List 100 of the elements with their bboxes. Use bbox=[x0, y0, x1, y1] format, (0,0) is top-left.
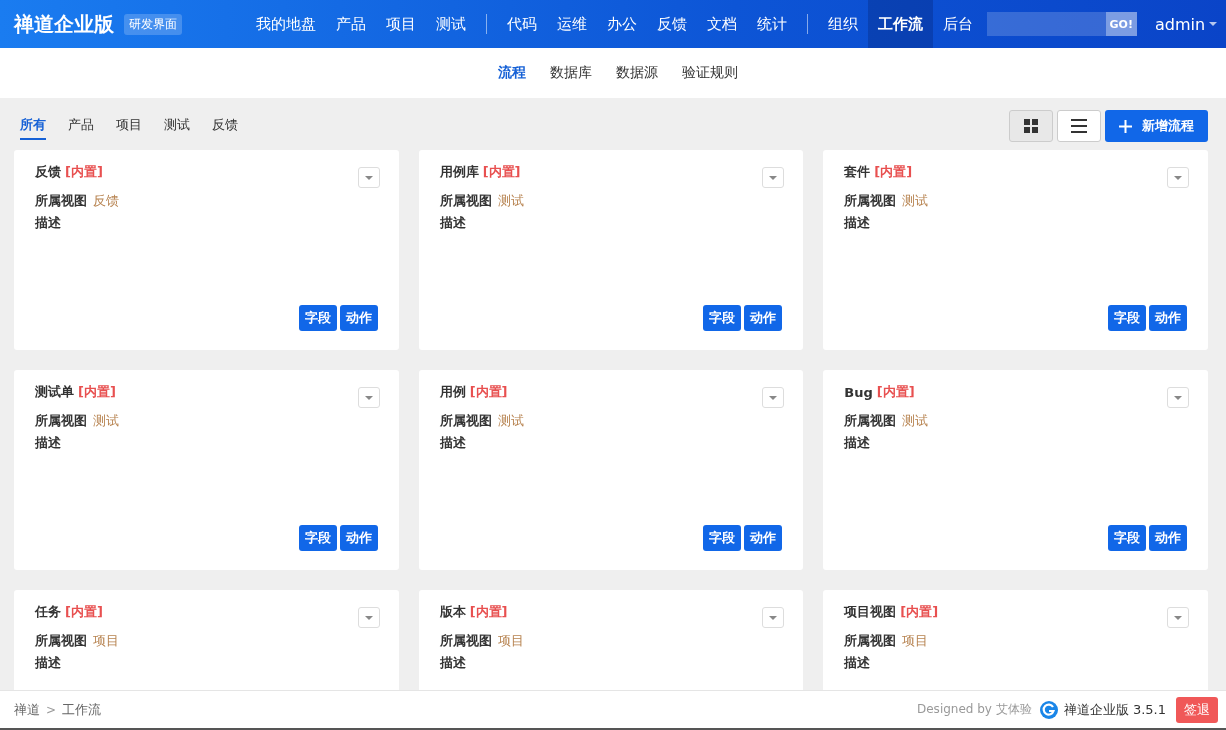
list-view-button[interactable] bbox=[1057, 110, 1101, 142]
card-action-button[interactable]: 字段 bbox=[1108, 305, 1146, 331]
filter-tab[interactable]: 所有 bbox=[20, 112, 46, 140]
view-value: 项目 bbox=[902, 632, 929, 650]
card-action-button[interactable]: 字段 bbox=[703, 525, 742, 551]
card-action-button[interactable]: 动作 bbox=[339, 305, 378, 331]
sub-nav-item[interactable]: 数据源 bbox=[616, 64, 658, 82]
nav-item[interactable]: 产品 bbox=[326, 0, 376, 48]
filter-tab[interactable]: 项目 bbox=[116, 112, 142, 140]
field-label: 描述 bbox=[439, 434, 466, 452]
field-label: 描述 bbox=[35, 214, 61, 232]
logout-button[interactable]: 签退 bbox=[1176, 696, 1218, 723]
caret-icon bbox=[769, 615, 778, 620]
user-menu[interactable]: admin bbox=[1155, 14, 1218, 34]
dropdown-button[interactable] bbox=[762, 167, 785, 188]
nav-item[interactable]: 测试 bbox=[426, 0, 476, 48]
flow-name: 项目视图 bbox=[844, 603, 897, 621]
view-value: 反馈 bbox=[93, 192, 119, 210]
add-flow-button[interactable]: 新增流程 bbox=[1105, 110, 1208, 142]
card-action-button[interactable]: 字段 bbox=[298, 305, 337, 331]
builtin-tag: [内置] bbox=[482, 163, 521, 181]
sub-nav-item[interactable]: 验证规则 bbox=[682, 64, 738, 82]
field-label: 所属视图 bbox=[844, 412, 897, 430]
nav-item[interactable]: 运维 bbox=[547, 0, 597, 48]
designer-credit: Designed by 艾体验 bbox=[917, 701, 1032, 718]
nav-item[interactable]: 代码 bbox=[497, 0, 547, 48]
caret-icon bbox=[769, 395, 778, 400]
field-label: 描述 bbox=[439, 654, 466, 672]
dropdown-button[interactable] bbox=[762, 607, 785, 628]
filter-tab[interactable]: 产品 bbox=[68, 112, 94, 140]
caret-icon bbox=[1174, 615, 1182, 620]
field-label: 所属视图 bbox=[844, 192, 897, 210]
field-label: 描述 bbox=[844, 214, 871, 232]
caret-icon bbox=[364, 395, 373, 400]
dropdown-button[interactable] bbox=[1167, 167, 1189, 188]
search-button[interactable]: GO! bbox=[1105, 12, 1137, 36]
flow-name: 用例 bbox=[439, 383, 466, 401]
nav-item[interactable]: 反馈 bbox=[647, 0, 697, 48]
caret-icon bbox=[769, 175, 778, 180]
dropdown-button[interactable] bbox=[1167, 387, 1189, 408]
field-label: 所属视图 bbox=[844, 632, 897, 650]
product-version: 禅道企业版 3.5.1 bbox=[1063, 700, 1166, 719]
card-action-button[interactable]: 字段 bbox=[298, 525, 337, 551]
dropdown-button[interactable] bbox=[1167, 607, 1189, 628]
nav-item[interactable]: 工作流 bbox=[868, 0, 933, 48]
card-action-button[interactable]: 动作 bbox=[1149, 305, 1187, 331]
view-value: 测试 bbox=[93, 412, 119, 430]
nav-item[interactable]: 办公 bbox=[597, 0, 647, 48]
breadcrumb-link[interactable]: 禅道 bbox=[14, 700, 40, 719]
field-label: 所属视图 bbox=[35, 192, 87, 210]
nav-item[interactable]: 统计 bbox=[747, 0, 797, 48]
nav-item[interactable]: 我的地盘 bbox=[246, 0, 326, 48]
dropdown-button[interactable] bbox=[357, 607, 380, 628]
grid-view-button[interactable] bbox=[1009, 110, 1053, 142]
sub-nav-item[interactable]: 数据库 bbox=[550, 64, 592, 82]
flow-name: 任务 bbox=[35, 603, 61, 621]
flow-name: 用例库 bbox=[439, 163, 479, 181]
field-label: 描述 bbox=[35, 434, 61, 452]
field-label: 描述 bbox=[35, 654, 61, 672]
card-action-button[interactable]: 字段 bbox=[703, 305, 742, 331]
view-value: 测试 bbox=[902, 192, 929, 210]
field-label: 所属视图 bbox=[35, 632, 87, 650]
field-label: 所属视图 bbox=[439, 632, 492, 650]
dropdown-button[interactable] bbox=[762, 387, 785, 408]
field-label: 描述 bbox=[844, 654, 871, 672]
nav-item[interactable]: 后台 bbox=[933, 0, 983, 48]
flow-name: 测试单 bbox=[35, 383, 74, 401]
builtin-tag: [内置] bbox=[900, 603, 939, 621]
field-label: 描述 bbox=[844, 434, 871, 452]
menu-icon bbox=[1071, 119, 1087, 133]
builtin-tag: [内置] bbox=[876, 383, 915, 401]
dropdown-button[interactable] bbox=[357, 167, 380, 188]
caret-icon bbox=[364, 175, 373, 180]
flow-name: Bug bbox=[844, 384, 873, 400]
builtin-tag: [内置] bbox=[65, 163, 103, 181]
view-value: 测试 bbox=[497, 412, 524, 430]
caret-icon bbox=[364, 615, 373, 620]
filter-tab[interactable]: 反馈 bbox=[212, 112, 238, 140]
search-field[interactable]: GO! bbox=[987, 12, 1137, 36]
card-action-button[interactable]: 动作 bbox=[744, 525, 783, 551]
plus-icon bbox=[1119, 119, 1132, 133]
flow-name: 版本 bbox=[439, 603, 466, 621]
filter-tab[interactable]: 测试 bbox=[164, 112, 190, 140]
brand-title: 禅道企业版 bbox=[14, 10, 114, 38]
card-action-button[interactable]: 动作 bbox=[744, 305, 783, 331]
dropdown-button[interactable] bbox=[357, 387, 380, 408]
builtin-tag: [内置] bbox=[78, 383, 116, 401]
flow-name: 套件 bbox=[844, 163, 871, 181]
interface-badge: 研发界面 bbox=[124, 13, 182, 35]
nav-item[interactable]: 文档 bbox=[697, 0, 747, 48]
card-action-button[interactable]: 字段 bbox=[1108, 525, 1146, 551]
nav-item[interactable]: 项目 bbox=[376, 0, 426, 48]
builtin-tag: [内置] bbox=[469, 383, 508, 401]
view-value: 项目 bbox=[497, 632, 524, 650]
breadcrumb-link[interactable]: 工作流 bbox=[62, 700, 102, 719]
sub-nav-item[interactable]: 流程 bbox=[498, 64, 526, 82]
card-action-button[interactable]: 动作 bbox=[1149, 525, 1187, 551]
breadcrumb-separator: > bbox=[46, 702, 57, 717]
nav-item[interactable]: 组织 bbox=[818, 0, 868, 48]
card-action-button[interactable]: 动作 bbox=[339, 525, 378, 551]
